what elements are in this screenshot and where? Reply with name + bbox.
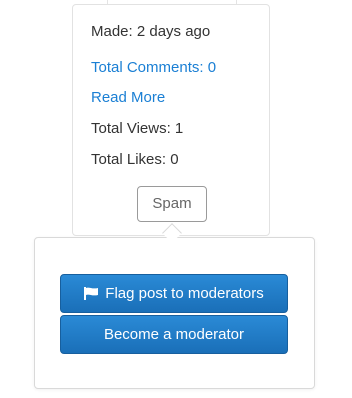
total-likes-text: Total Likes: 0	[91, 151, 179, 168]
flag-post-button[interactable]: Flag post to moderators	[60, 274, 288, 313]
total-comments-link[interactable]: Total Comments: 0	[91, 59, 216, 77]
spam-button[interactable]: Spam	[137, 186, 207, 222]
flag-post-label: Flag post to moderators	[105, 285, 264, 302]
read-more-link[interactable]: Read More	[91, 89, 165, 107]
become-moderator-button[interactable]: Become a moderator	[60, 315, 288, 354]
total-views-text: Total Views: 1	[91, 120, 184, 137]
made-date-text: Made: 2 days ago	[91, 23, 211, 40]
page: Made: 2 days ago Total Comments: 0 Read …	[0, 0, 352, 398]
spam-popover: Flag post to moderators Become a moderat…	[34, 237, 315, 389]
flag-icon	[84, 277, 99, 314]
post-info-card: Made: 2 days ago Total Comments: 0 Read …	[72, 4, 270, 236]
